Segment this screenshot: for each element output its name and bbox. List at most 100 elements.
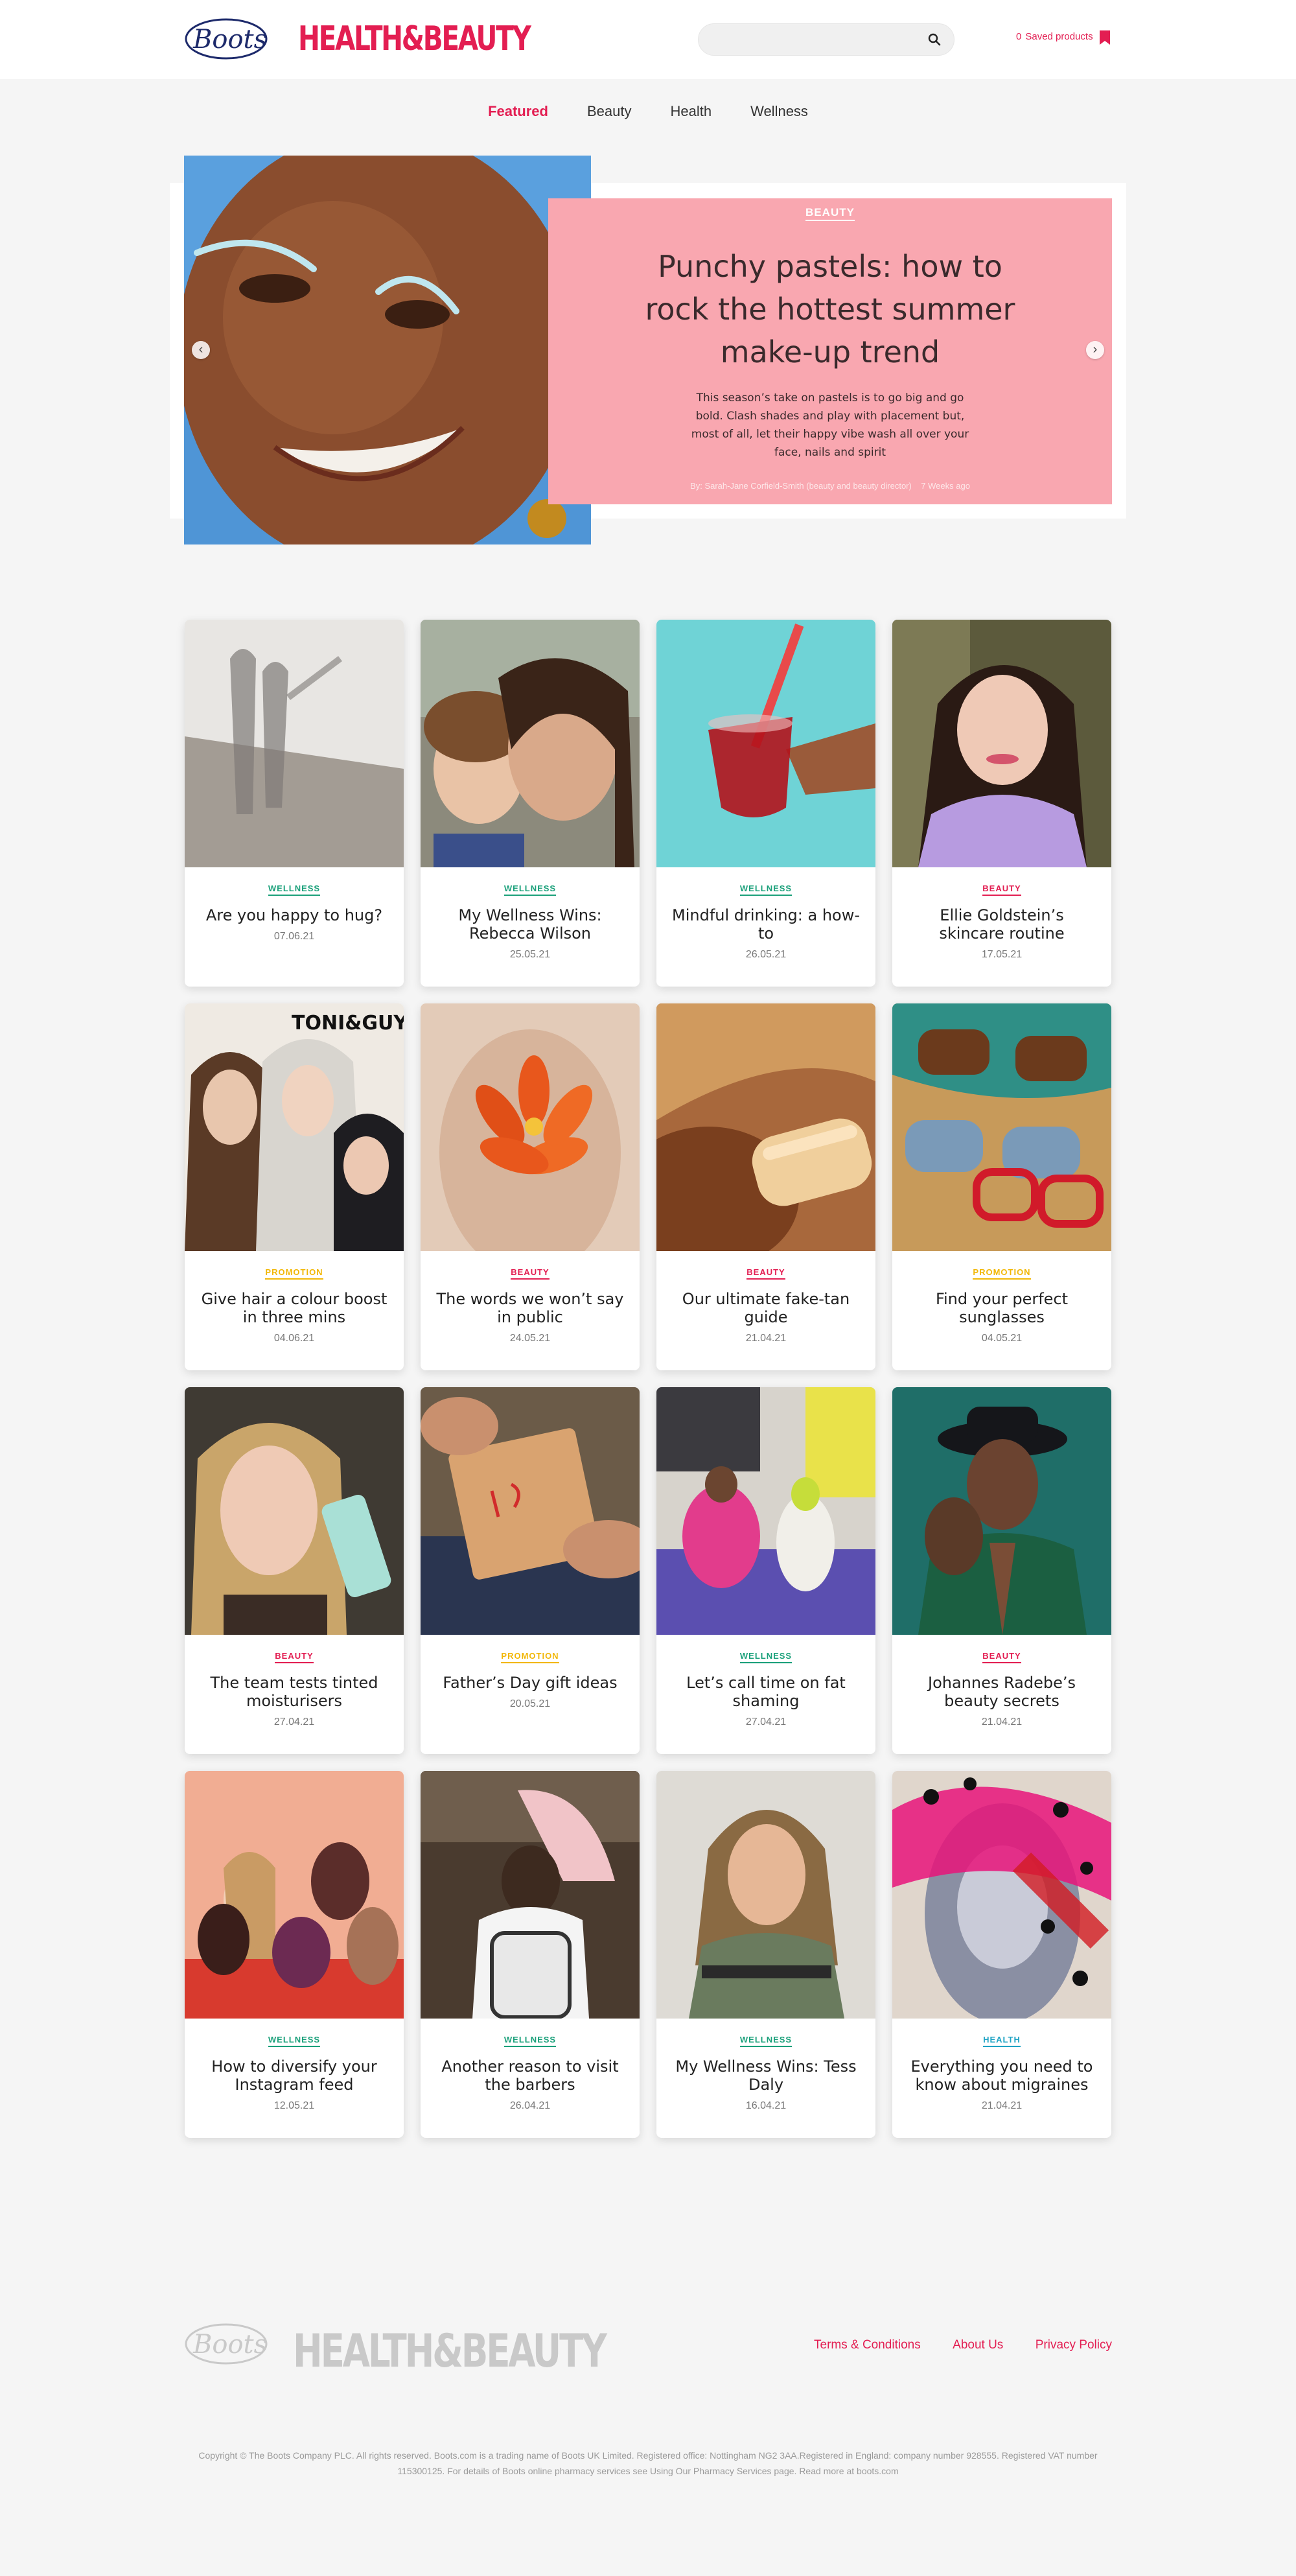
chevron-right-icon: › [1093,342,1098,357]
article-title[interactable]: The team tests tinted moisturisers [200,1674,388,1710]
category-nav: Featured Beauty Health Wellness [0,97,1296,126]
article-date: 17.05.21 [981,949,1023,960]
article-card[interactable]: WELLNESS My Wellness Wins: Rebecca Wilso… [421,620,640,987]
article-date: 21.04.21 [745,1333,787,1344]
boots-logo[interactable]: Boots [184,16,268,61]
article-category[interactable]: WELLNESS [185,883,404,896]
article-category[interactable]: WELLNESS [421,883,640,896]
carousel-next-button[interactable]: › [1086,341,1104,359]
article-title[interactable]: Everything you need to know about migrai… [908,2057,1096,2094]
site-header: Boots HEALTH&BEAUTY 0 Saved products [0,0,1296,79]
article-card[interactable]: BEAUTY Ellie Goldstein’s skincare routin… [892,620,1111,987]
nav-beauty[interactable]: Beauty [584,97,634,126]
article-card[interactable]: BEAUTY The words we won’t say in public … [421,1003,640,1370]
article-category[interactable]: WELLNESS [656,2034,875,2047]
article-image [185,620,404,867]
article-title[interactable]: Ellie Goldstein’s skincare routine [908,906,1096,943]
about-us-link[interactable]: About Us [953,2338,1003,2352]
article-title[interactable]: Our ultimate fake-tan guide [672,1290,860,1326]
article-category[interactable]: WELLNESS [656,1650,875,1663]
bookmark-icon[interactable] [1099,30,1111,45]
article-title[interactable]: Father’s Day gift ideas [436,1674,624,1692]
article-card[interactable]: WELLNESS Mindful drinking: a how-to 26.0… [656,620,875,987]
article-card[interactable]: BEAUTY Our ultimate fake-tan guide 21.04… [656,1003,875,1370]
article-title[interactable]: How to diversify your Instagram feed [200,2057,388,2094]
article-category[interactable]: BEAUTY [656,1267,875,1280]
article-title[interactable]: Are you happy to hug? [200,906,388,924]
nav-wellness[interactable]: Wellness [748,97,811,126]
article-date: 21.04.21 [981,1716,1023,1727]
article-title[interactable]: Mindful drinking: a how-to [672,906,860,943]
article-title[interactable]: Johannes Radebe’s beauty secrets [908,1674,1096,1710]
article-category[interactable]: BEAUTY [892,1650,1111,1663]
footer-boots-logo-text: Boots [192,2330,267,2359]
article-date: 27.04.21 [273,1716,315,1727]
carousel-prev-button[interactable]: ‹ [192,341,210,359]
article-category[interactable]: WELLNESS [185,2034,404,2047]
article-title[interactable]: Find your perfect sunglasses [908,1290,1096,1326]
hero-panel[interactable]: BEAUTY Punchy pastels: how to rock the h… [548,198,1112,504]
article-title[interactable]: My Wellness Wins: Tess Daly [672,2057,860,2094]
search-icon[interactable] [928,33,941,46]
article-date: 27.04.21 [745,1716,787,1727]
article-category[interactable]: WELLNESS [656,883,875,896]
article-title[interactable]: My Wellness Wins: Rebecca Wilson [436,906,624,943]
article-category[interactable]: BEAUTY [185,1650,404,1663]
article-image [421,1003,640,1251]
article-date: 24.05.21 [509,1333,551,1344]
article-category[interactable]: BEAUTY [892,883,1111,896]
article-image [892,1003,1111,1251]
privacy-policy-link[interactable]: Privacy Policy [1036,2338,1112,2352]
article-image [656,1771,875,2019]
article-category[interactable]: WELLNESS [421,2034,640,2047]
toni-guy-logo: TONI&GUY [292,1012,404,1035]
article-category[interactable]: BEAUTY [421,1267,640,1280]
article-category[interactable]: PROMOTION [421,1650,640,1663]
saved-products-link[interactable]: 0 Saved products [1016,30,1097,43]
article-image [892,1387,1111,1635]
footer-health-beauty-logo[interactable]: HEALTH&BEAUTY [293,2327,607,2375]
article-image [185,1387,404,1635]
hero-image[interactable] [184,156,591,544]
nav-health[interactable]: Health [667,97,714,126]
article-card[interactable]: PROMOTION Find your perfect sunglasses 0… [892,1003,1111,1370]
hero-category-label: BEAUTY [805,206,855,221]
article-image [892,620,1111,867]
article-category[interactable]: PROMOTION [185,1267,404,1280]
search-box[interactable] [698,23,955,56]
article-card[interactable]: TONI&GUY PROMOTION Give hair a colour bo… [185,1003,404,1370]
article-card[interactable]: WELLNESS How to diversify your Instagram… [185,1771,404,2138]
article-card[interactable]: BEAUTY The team tests tinted moisturiser… [185,1387,404,1754]
article-image [421,1771,640,2019]
article-image [656,620,875,867]
article-title[interactable]: Give hair a colour boost in three mins [200,1290,388,1326]
hero-byline: By: Sarah-Jane Corfield-Smith (beauty an… [548,481,1112,491]
hero-category[interactable]: BEAUTY [548,206,1112,221]
article-date: 21.04.21 [981,2100,1023,2111]
article-image [185,1771,404,2019]
article-card[interactable]: WELLNESS My Wellness Wins: Tess Daly 16.… [656,1771,875,2138]
footer-boots-logo[interactable]: Boots [184,2321,268,2366]
article-category[interactable]: HEALTH [892,2034,1111,2047]
article-card[interactable]: HEALTH Everything you need to know about… [892,1771,1111,2138]
hero-time: 7 Weeks ago [921,481,970,491]
article-date: 04.06.21 [273,1333,315,1344]
article-title[interactable]: Let’s call time on fat shaming [672,1674,860,1710]
article-card[interactable]: WELLNESS Let’s call time on fat shaming … [656,1387,875,1754]
article-title[interactable]: Another reason to visit the barbers [436,2057,624,2094]
article-category[interactable]: PROMOTION [892,1267,1111,1280]
article-image [421,620,640,867]
article-image [656,1387,875,1635]
article-card[interactable]: BEAUTY Johannes Radebe’s beauty secrets … [892,1387,1111,1754]
hero-title[interactable]: Punchy pastels: how to rock the hottest … [636,245,1024,373]
search-input[interactable] [712,24,919,55]
hero-description: This season’s take on pastels is to go b… [691,392,969,459]
article-card[interactable]: WELLNESS Are you happy to hug? 07.06.21 [185,620,404,987]
terms-link[interactable]: Terms & Conditions [814,2338,921,2352]
health-beauty-logo[interactable]: HEALTH&BEAUTY [298,21,531,57]
article-card[interactable]: PROMOTION Father’s Day gift ideas 20.05.… [421,1387,640,1754]
article-card[interactable]: WELLNESS Another reason to visit the bar… [421,1771,640,2138]
nav-featured[interactable]: Featured [485,97,551,126]
article-date: 04.05.21 [981,1333,1023,1344]
article-title[interactable]: The words we won’t say in public [436,1290,624,1326]
